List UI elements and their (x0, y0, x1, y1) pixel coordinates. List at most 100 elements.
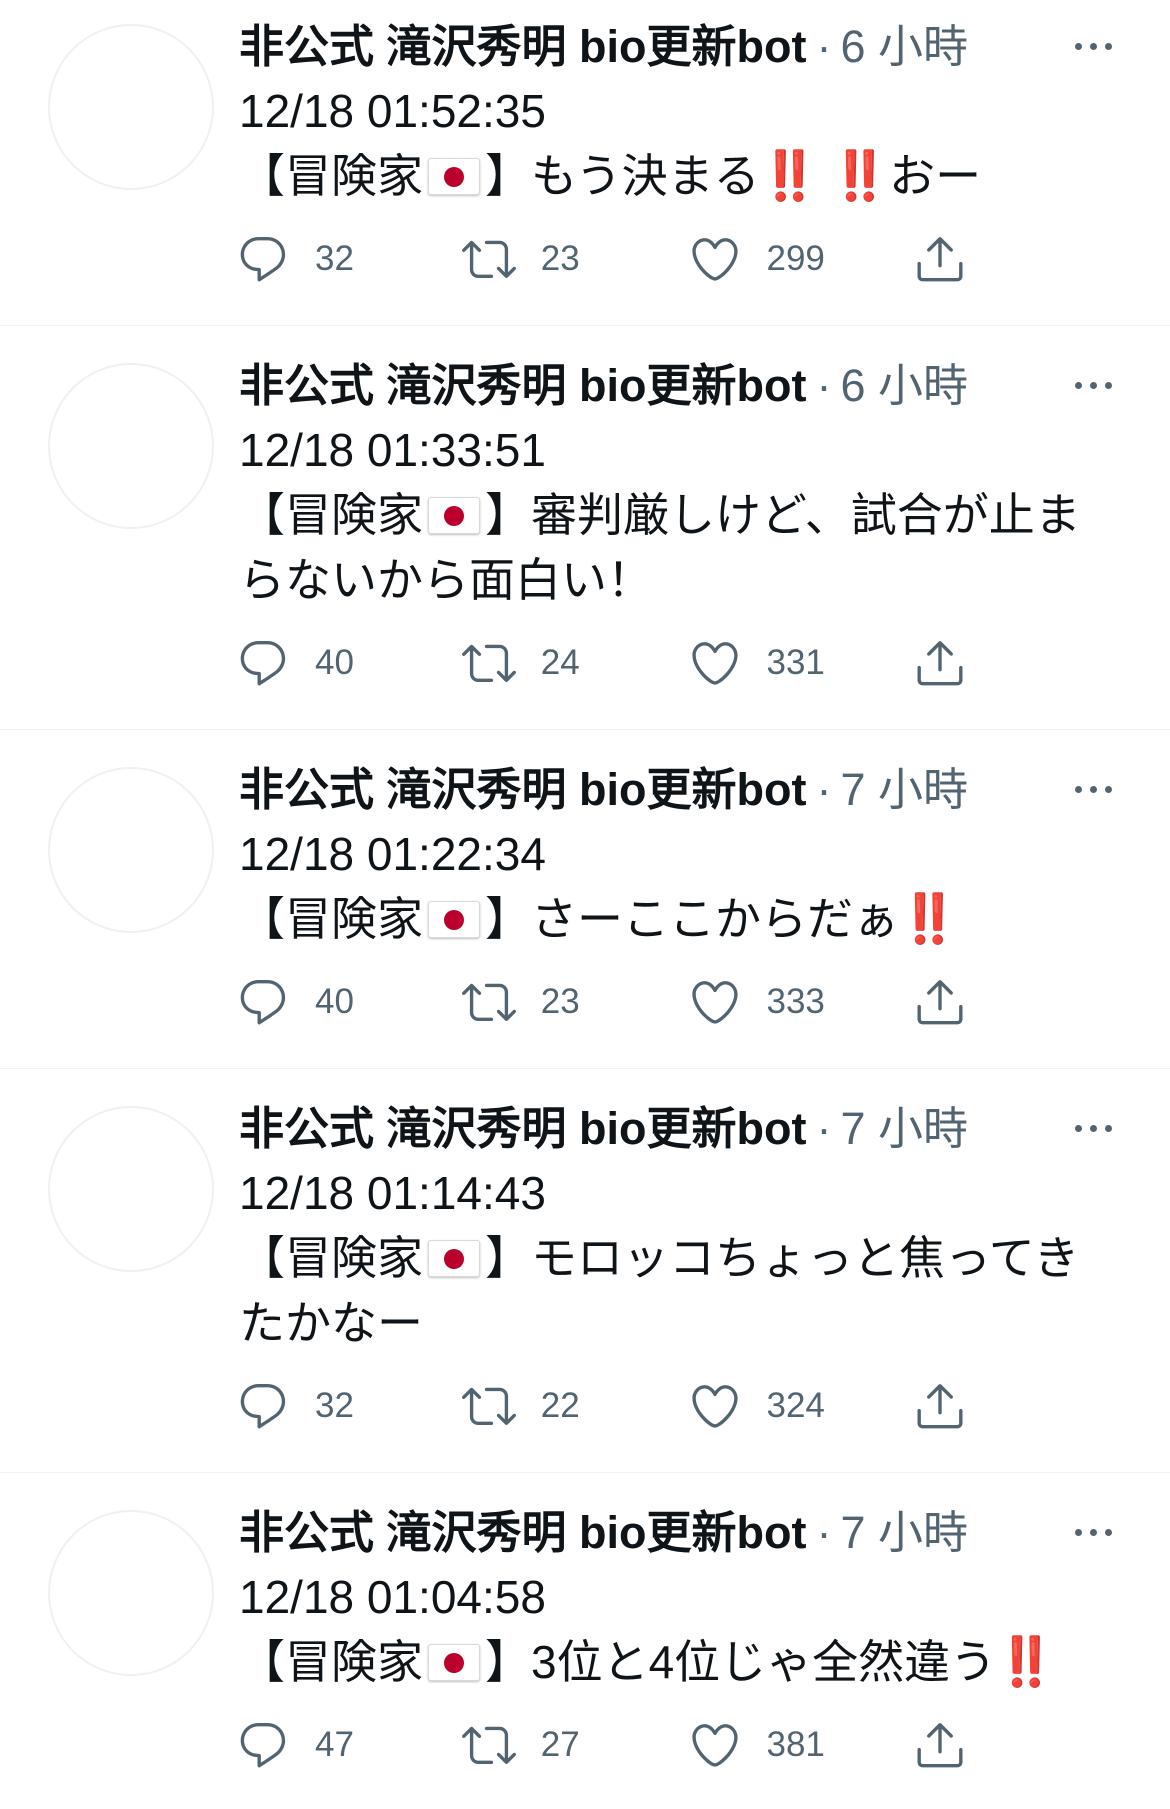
tweet[interactable]: 非公式 滝沢秀明 bio更新bot · 7 小時 12/18 01:14:43 【冒… (0, 1069, 1170, 1473)
author-name[interactable]: 非公式 滝沢秀明 bio更新bot (239, 1507, 806, 1558)
tag-close: 】 (485, 1636, 531, 1688)
tweet-content: 非公式 滝沢秀明 bio更新bot · 7 小時 12/18 01:22:34 【冒… (239, 757, 1139, 1029)
tweet-actions: 47 27 381 (236, 1718, 1139, 1772)
tag-open: 【冒険家 (239, 489, 423, 541)
tweet-time[interactable]: 7 小時 (840, 1507, 968, 1558)
tweet-time[interactable]: 6 小時 (840, 21, 968, 72)
like-icon (691, 238, 738, 281)
tweet-text-line: 12/18 01:14:43 (239, 1161, 1139, 1226)
more-options-icon[interactable] (1063, 784, 1123, 795)
tweet-header: 非公式 滝沢秀明 bio更新bot · 7 小時 (239, 757, 1049, 822)
like-button[interactable]: 324 (688, 1379, 914, 1433)
japan-flag-icon (428, 1644, 480, 1682)
tweet-header: 非公式 滝沢秀明 bio更新bot · 7 小時 (239, 1096, 1049, 1161)
reply-icon (240, 1723, 286, 1768)
tweet-content: 非公式 滝沢秀明 bio更新bot · 6 小時 12/18 01:52:35 【冒… (239, 14, 1139, 286)
share-button[interactable] (913, 1379, 1139, 1433)
more-dot (1074, 382, 1082, 389)
like-button[interactable]: 381 (688, 1718, 914, 1772)
tweet-text-line: 12/18 01:52:35 (239, 79, 1139, 144)
like-button[interactable]: 299 (688, 232, 914, 286)
tweet-time[interactable]: 6 小時 (840, 360, 968, 411)
japan-flag-icon (428, 497, 480, 535)
tweet-date-text: 12/18 01:14:43 (239, 1167, 546, 1219)
tweet-actions: 32 22 324 (236, 1379, 1139, 1433)
tweet[interactable]: 非公式 滝沢秀明 bio更新bot · 7 小時 12/18 01:04:58 【冒… (0, 1473, 1170, 1809)
tweet-time[interactable]: 7 小時 (840, 764, 968, 815)
tweet-header: 非公式 滝沢秀明 bio更新bot · 6 小時 (239, 353, 1049, 418)
reply-button[interactable]: 40 (236, 975, 462, 1029)
timeline: 非公式 滝沢秀明 bio更新bot · 6 小時 12/18 01:52:35 【冒… (0, 0, 1170, 1809)
avatar[interactable] (48, 363, 214, 529)
separator-dot: · (816, 21, 832, 72)
separator-dot: · (816, 1507, 832, 1558)
like-icon (691, 1724, 738, 1767)
tweet-text: 3位と4位じゃ全然違う (531, 1636, 997, 1688)
retweet-icon (461, 644, 516, 683)
tweet-text: もう決まる (531, 150, 760, 202)
share-button[interactable] (913, 636, 1139, 690)
reply-button[interactable]: 47 (236, 1718, 462, 1772)
more-dot (1089, 43, 1097, 50)
like-count: 333 (766, 982, 825, 1021)
more-dot (1104, 1529, 1112, 1536)
author-name[interactable]: 非公式 滝沢秀明 bio更新bot (239, 764, 806, 815)
share-button[interactable] (913, 975, 1139, 1029)
share-button[interactable] (913, 232, 1139, 286)
tweet[interactable]: 非公式 滝沢秀明 bio更新bot · 7 小時 12/18 01:22:34 【冒… (0, 730, 1170, 1069)
tweet-header: 非公式 滝沢秀明 bio更新bot · 7 小時 (239, 1500, 1049, 1565)
more-options-icon[interactable] (1063, 41, 1123, 52)
separator-dot: · (816, 360, 832, 411)
japan-flag-icon (428, 158, 480, 196)
like-icon (691, 642, 738, 685)
tweet-actions: 32 23 299 (236, 232, 1139, 286)
like-button[interactable]: 331 (688, 636, 914, 690)
retweet-count: 22 (540, 1386, 580, 1425)
more-dot (1104, 382, 1112, 389)
tweet-text-line: 【冒険家 】もう決まる‼️ ‼️おー (239, 144, 1139, 209)
retweet-button[interactable]: 27 (461, 1718, 688, 1772)
tweet-content: 非公式 滝沢秀明 bio更新bot · 6 小時 12/18 01:33:51 【冒… (239, 353, 1139, 690)
more-dot (1104, 43, 1112, 50)
avatar[interactable] (48, 1510, 214, 1676)
retweet-button[interactable]: 23 (461, 975, 688, 1029)
author-name[interactable]: 非公式 滝沢秀明 bio更新bot (239, 21, 806, 72)
avatar[interactable] (48, 767, 214, 933)
double-exclamation-emoji: ‼️ (830, 148, 890, 204)
retweet-button[interactable]: 22 (461, 1379, 688, 1433)
retweet-button[interactable]: 23 (461, 232, 688, 286)
more-dot (1089, 382, 1097, 389)
tag-open: 【冒険家 (239, 893, 423, 945)
tweet-text: モロッコちょっと焦ってき (531, 1232, 1080, 1284)
tweet[interactable]: 非公式 滝沢秀明 bio更新bot · 6 小時 12/18 01:33:51 【冒… (0, 326, 1170, 730)
author-name[interactable]: 非公式 滝沢秀明 bio更新bot (239, 360, 806, 411)
more-options-icon[interactable] (1063, 1123, 1123, 1134)
like-count: 331 (766, 643, 825, 682)
retweet-icon (461, 983, 516, 1022)
more-options-icon[interactable] (1063, 1527, 1123, 1538)
double-exclamation-emoji: ‼️ (996, 1634, 1056, 1690)
more-dot (1104, 786, 1112, 793)
like-button[interactable]: 333 (688, 975, 914, 1029)
more-options-icon[interactable] (1063, 380, 1123, 391)
tweet-actions: 40 24 331 (236, 636, 1139, 690)
tweet-text: たかなー (239, 1297, 423, 1349)
tweet-content: 非公式 滝沢秀明 bio更新bot · 7 小時 12/18 01:14:43 【冒… (239, 1096, 1139, 1433)
retweet-icon (461, 240, 516, 279)
japan-flag-icon (428, 1240, 480, 1278)
tweet-time[interactable]: 7 小時 (840, 1103, 968, 1154)
reply-button[interactable]: 32 (236, 232, 462, 286)
more-dot (1089, 1125, 1097, 1132)
retweet-count: 23 (540, 982, 580, 1021)
reply-button[interactable]: 40 (236, 636, 462, 690)
share-icon (917, 237, 963, 282)
like-count: 381 (766, 1725, 825, 1764)
share-button[interactable] (913, 1718, 1139, 1772)
retweet-icon (461, 1387, 516, 1426)
author-name[interactable]: 非公式 滝沢秀明 bio更新bot (239, 1103, 806, 1154)
reply-button[interactable]: 32 (236, 1379, 462, 1433)
tweet[interactable]: 非公式 滝沢秀明 bio更新bot · 6 小時 12/18 01:52:35 【冒… (0, 0, 1170, 326)
avatar[interactable] (48, 24, 214, 190)
avatar[interactable] (48, 1106, 214, 1272)
retweet-button[interactable]: 24 (461, 636, 688, 690)
